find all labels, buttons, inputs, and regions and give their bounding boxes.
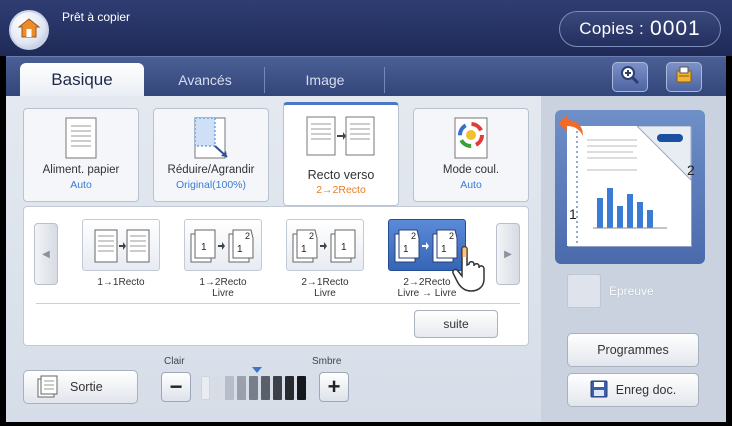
preview-page-number-back: 2 bbox=[687, 162, 695, 178]
feature-paper-supply[interactable]: Aliment. papier Auto bbox=[23, 108, 139, 202]
option-label-line1: 1→1Recto bbox=[97, 277, 145, 288]
svg-text:1: 1 bbox=[441, 244, 447, 255]
density-dark-label: Smbre bbox=[312, 356, 342, 367]
tab-avances[interactable]: Avancés bbox=[146, 63, 264, 97]
job-status-button[interactable] bbox=[666, 62, 702, 92]
home-icon bbox=[17, 17, 41, 44]
scroll-right-button[interactable]: ▶ bbox=[496, 223, 520, 285]
density-level bbox=[297, 376, 306, 400]
preview-box: 2 1 bbox=[555, 110, 705, 264]
card-title: Recto verso bbox=[307, 168, 375, 182]
card-value: Original(100%) bbox=[175, 179, 247, 191]
paper-icon bbox=[65, 117, 97, 164]
option-label-line1: 1→2Recto bbox=[199, 277, 247, 288]
duplex-options-panel: ◀ 1→1Recto 1 2 1 1→2Recto Livre 2 1 1 2→… bbox=[23, 206, 529, 346]
copies-counter[interactable]: Copies : 0001 bbox=[559, 11, 721, 47]
card-title: Aliment. papier bbox=[42, 164, 120, 176]
proof-checkbox[interactable] bbox=[567, 274, 601, 308]
tab-image[interactable]: Image bbox=[266, 63, 384, 97]
home-button[interactable] bbox=[9, 10, 49, 50]
color-wheel-icon bbox=[453, 117, 489, 164]
more-button[interactable]: suite bbox=[414, 310, 498, 338]
tab-separator bbox=[264, 67, 265, 93]
svg-text:2: 2 bbox=[411, 231, 416, 241]
output-button[interactable]: Sortie bbox=[23, 370, 138, 404]
copies-label: Copies : bbox=[579, 19, 645, 38]
density-level bbox=[225, 376, 234, 400]
zoom-in-icon bbox=[620, 65, 640, 90]
feature-duplex[interactable]: Recto verso 2→2Recto bbox=[283, 102, 399, 206]
density-level bbox=[201, 376, 210, 400]
scroll-left-button[interactable]: ◀ bbox=[34, 223, 58, 285]
zoom-button[interactable] bbox=[612, 62, 648, 92]
svg-text:1: 1 bbox=[301, 244, 307, 255]
save-document-label: Enreg doc. bbox=[615, 383, 677, 397]
flip-arrow-icon bbox=[557, 114, 585, 143]
svg-text:1: 1 bbox=[237, 244, 243, 255]
proof-option[interactable]: Epreuve bbox=[567, 274, 654, 308]
option-label-line2: Livre bbox=[212, 288, 234, 299]
card-value: Auto bbox=[460, 179, 482, 191]
density-scale bbox=[201, 376, 315, 400]
tab-basique[interactable]: Basique bbox=[20, 63, 144, 97]
chevron-right-icon: ▶ bbox=[504, 248, 512, 260]
density-increase-button[interactable]: + bbox=[319, 372, 349, 402]
proof-label: Epreuve bbox=[609, 284, 654, 298]
chevron-left-icon: ◀ bbox=[42, 248, 50, 260]
feature-color-mode[interactable]: Mode coul. Auto bbox=[413, 108, 529, 202]
tab-bar: Basique Avancés Image bbox=[6, 56, 726, 97]
output-label: Sortie bbox=[70, 380, 103, 394]
svg-text:2: 2 bbox=[309, 231, 314, 241]
right-panel: 2 1 Epreuve Programmes Enreg doc. bbox=[541, 96, 726, 422]
save-document-button[interactable]: Enreg doc. bbox=[567, 373, 699, 407]
status-text: Prêt à copier bbox=[62, 10, 131, 24]
hand-pointer-icon bbox=[450, 245, 490, 298]
density-level bbox=[237, 376, 246, 400]
density-level bbox=[273, 376, 282, 400]
svg-text:1: 1 bbox=[201, 242, 207, 253]
density-level bbox=[249, 376, 258, 400]
option-1-1-recto[interactable]: 1→1Recto bbox=[78, 219, 164, 309]
programs-label: Programmes bbox=[597, 343, 669, 357]
job-status-icon bbox=[674, 65, 694, 90]
floppy-disk-icon bbox=[590, 380, 608, 401]
svg-text:2: 2 bbox=[245, 231, 250, 241]
top-bar: Prêt à copier Copies : 0001 bbox=[0, 0, 732, 56]
density-marker bbox=[252, 367, 262, 373]
tab-separator bbox=[384, 67, 385, 93]
density-level bbox=[261, 376, 270, 400]
option-2-1-recto-livre[interactable]: 2 1 1 2→1Recto Livre bbox=[282, 219, 368, 309]
preview-page bbox=[567, 125, 692, 246]
option-1-2-recto-livre[interactable]: 1 2 1 1→2Recto Livre bbox=[180, 219, 266, 309]
one-to-two-sided-icon: 1 2 1 bbox=[184, 219, 262, 271]
card-title: Mode coul. bbox=[442, 164, 500, 176]
density-level bbox=[285, 376, 294, 400]
svg-text:2: 2 bbox=[449, 231, 454, 241]
card-value: Auto bbox=[70, 179, 92, 191]
copies-value: 0001 bbox=[650, 17, 701, 40]
svg-text:1: 1 bbox=[403, 244, 409, 255]
feature-reduce-enlarge[interactable]: Réduire/Agrandir Original(100%) bbox=[153, 108, 269, 202]
two-to-one-sided-icon: 2 1 1 bbox=[286, 219, 364, 271]
duplex-icon bbox=[306, 113, 376, 162]
preview-page-number-front: 1 bbox=[569, 206, 577, 222]
divider bbox=[36, 303, 520, 304]
card-value: 2→2Recto bbox=[316, 184, 366, 196]
output-icon bbox=[36, 373, 60, 402]
density-level bbox=[213, 376, 222, 400]
main-panel: Aliment. papier Auto Réduire/Agrandir Or… bbox=[6, 96, 541, 422]
option-label-line2: Livre bbox=[314, 288, 336, 299]
svg-text:1: 1 bbox=[341, 242, 347, 253]
one-to-one-sided-icon bbox=[82, 219, 160, 271]
card-title: Réduire/Agrandir bbox=[167, 164, 255, 176]
option-label-line1: 2→1Recto bbox=[301, 277, 349, 288]
resize-icon bbox=[191, 117, 231, 164]
density-decrease-button[interactable]: − bbox=[161, 372, 191, 402]
density-light-label: Clair bbox=[164, 356, 185, 367]
programs-button[interactable]: Programmes bbox=[567, 333, 699, 367]
